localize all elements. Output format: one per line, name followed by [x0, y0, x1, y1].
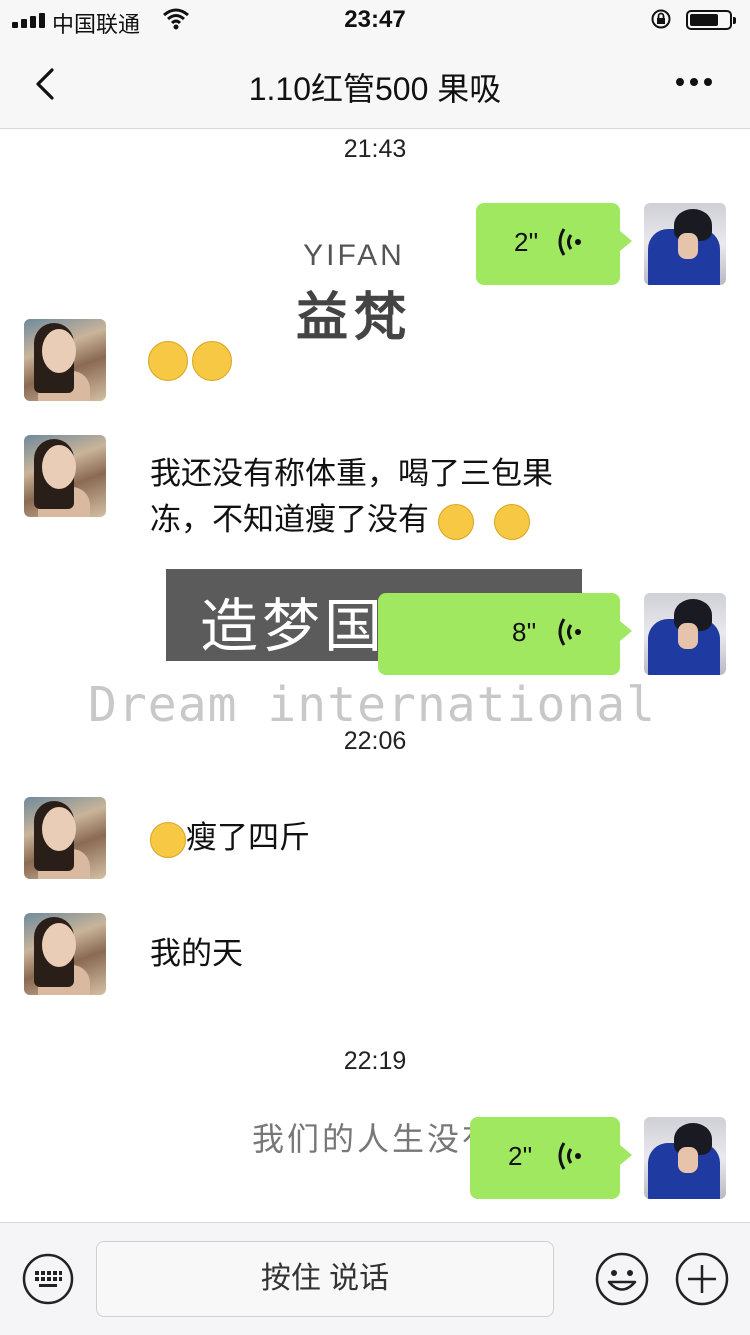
pleading-face-emoji-icon: [148, 341, 188, 381]
flushed-face-emoji-icon: [150, 821, 186, 858]
timestamp: 21:43: [343, 135, 407, 163]
watermark-yifan: YIFAN 益梵: [296, 239, 413, 347]
contact-avatar[interactable]: [24, 435, 106, 517]
status-time: 23:47: [344, 6, 406, 33]
input-bar: 按住 说话: [0, 1222, 750, 1335]
voice-message-bubble[interactable]: 2'': [476, 203, 632, 285]
emoji-message[interactable]: [148, 341, 233, 381]
text-message[interactable]: 我的天: [150, 931, 243, 977]
more-options-icon[interactable]: [676, 78, 712, 86]
text-message[interactable]: 瘦了四斤: [150, 815, 310, 861]
voice-wave-icon: [558, 1142, 581, 1170]
plus-icon[interactable]: [674, 1251, 730, 1307]
battery-icon: [686, 10, 736, 30]
tears-of-joy-emoji-icon: [494, 503, 531, 540]
voice-wave-icon: [558, 618, 581, 646]
text-message[interactable]: 我还没有称体重，喝了三包果 冻，不知道瘦了没有: [150, 451, 553, 543]
hold-to-talk-button[interactable]: 按住 说话: [96, 1241, 554, 1317]
chat-messages[interactable]: 21:43 YIFAN 益梵 2'' 我还没有称体重，喝了三包果 冻，不知道瘦了…: [0, 129, 750, 1221]
contact-avatar[interactable]: [24, 797, 106, 879]
emoji-smile-icon[interactable]: [594, 1251, 650, 1307]
voice-message-bubble[interactable]: 2'': [470, 1117, 632, 1199]
watermark-dream-en: Dream international: [88, 677, 657, 733]
timestamp: 22:19: [343, 1047, 407, 1075]
keyboard-icon[interactable]: [22, 1253, 74, 1305]
my-avatar[interactable]: [644, 593, 726, 675]
contact-avatar[interactable]: [24, 319, 106, 401]
my-avatar[interactable]: [644, 203, 726, 285]
voice-message-bubble[interactable]: 8'': [378, 593, 632, 675]
pleading-face-emoji-icon: [192, 341, 233, 381]
tears-of-joy-emoji-icon: [437, 503, 474, 540]
chat-title: 1.10红管500 果吸: [248, 71, 502, 107]
voice-duration: 2'': [508, 1141, 533, 1171]
timestamp: 22:06: [343, 727, 407, 755]
my-avatar[interactable]: [644, 1117, 726, 1199]
navigation-bar: 1.10红管500 果吸: [0, 40, 750, 129]
rotation-lock-icon: [651, 9, 671, 29]
status-bar: 中国联通 23:47: [0, 0, 750, 40]
voice-duration: 2'': [514, 227, 539, 257]
voice-wave-icon: [558, 228, 581, 256]
voice-duration: 8'': [512, 617, 537, 647]
contact-avatar[interactable]: [24, 913, 106, 995]
